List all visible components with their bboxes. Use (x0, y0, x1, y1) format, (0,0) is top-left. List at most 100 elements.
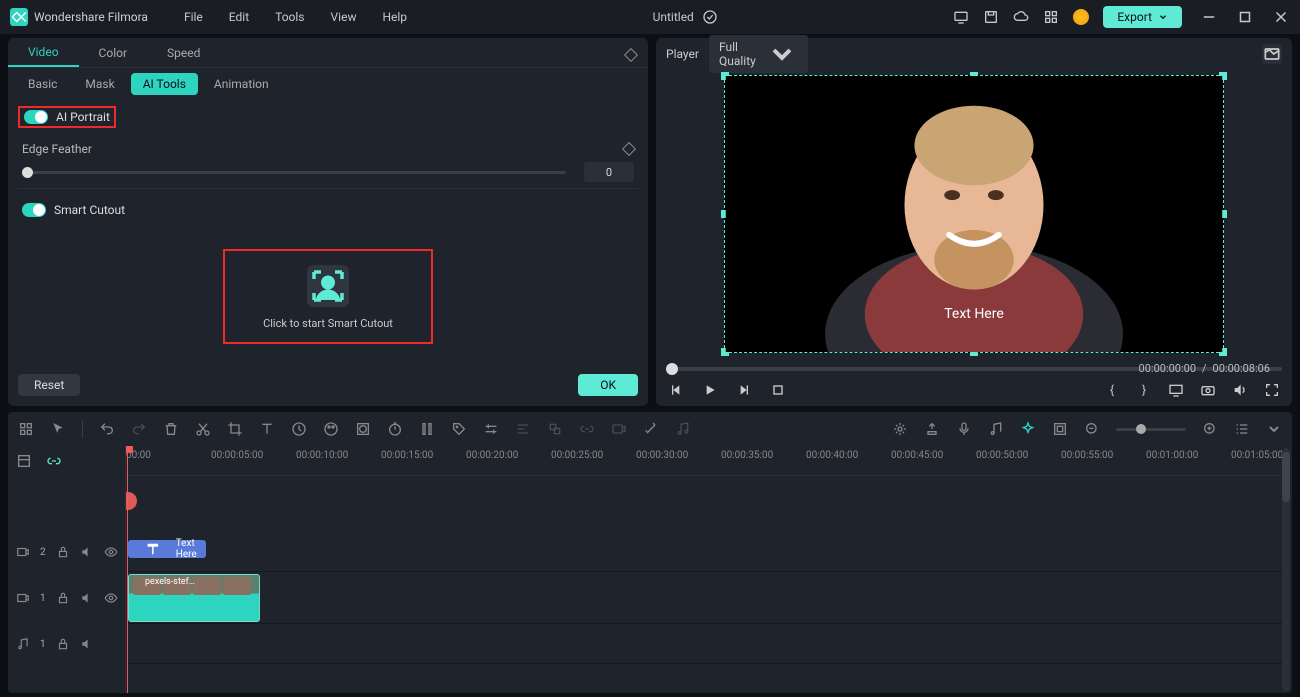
smart-cutout-button[interactable] (307, 265, 349, 307)
highlight-smart-cutout: Click to start Smart Cutout (223, 249, 433, 344)
align-icon[interactable] (515, 421, 531, 437)
grid-icon[interactable] (1043, 9, 1059, 25)
eye-icon[interactable] (104, 545, 118, 559)
frame-icon[interactable] (1052, 421, 1068, 437)
subtab-basic[interactable]: Basic (16, 73, 69, 95)
prev-frame-icon[interactable] (668, 382, 684, 398)
text-icon[interactable] (259, 421, 275, 437)
play-icon[interactable] (702, 382, 718, 398)
record-icon[interactable] (611, 421, 627, 437)
camera-icon[interactable] (1200, 382, 1216, 398)
playhead[interactable] (127, 446, 128, 693)
sparkle-icon[interactable] (892, 421, 908, 437)
trim-icon[interactable] (419, 421, 435, 437)
account-icon[interactable] (1073, 9, 1089, 25)
tab-speed[interactable]: Speed (147, 38, 220, 67)
stop-icon[interactable] (770, 382, 786, 398)
track-lane-video1[interactable]: pexels-stef… (126, 572, 1292, 624)
next-frame-icon[interactable] (736, 382, 752, 398)
minimize-icon[interactable] (1200, 8, 1218, 26)
menu-help[interactable]: Help (372, 10, 417, 24)
list-icon[interactable] (1234, 421, 1250, 437)
text-clip[interactable]: Text Here (128, 540, 206, 558)
adjust-icon[interactable] (483, 421, 499, 437)
mute-icon[interactable] (80, 637, 94, 651)
edge-feather-slider[interactable] (22, 171, 566, 174)
color-icon[interactable] (323, 421, 339, 437)
mute-icon[interactable] (80, 545, 94, 559)
fullscreen-icon[interactable] (1264, 382, 1280, 398)
tag-icon[interactable] (451, 421, 467, 437)
undo-icon[interactable] (99, 421, 115, 437)
ai-portrait-toggle[interactable] (24, 110, 48, 124)
lock-icon[interactable] (56, 637, 70, 651)
brace-open-icon[interactable]: { (1104, 382, 1120, 398)
chevron-down-icon[interactable] (1266, 421, 1282, 437)
timer-icon[interactable] (387, 421, 403, 437)
snapshot-icon[interactable] (1262, 44, 1282, 64)
smart-cutout-toggle[interactable] (22, 203, 46, 217)
maximize-icon[interactable] (1236, 8, 1254, 26)
reset-button[interactable]: Reset (18, 374, 80, 396)
speed-icon[interactable] (291, 421, 307, 437)
mute-icon[interactable] (80, 591, 94, 605)
edge-feather-value[interactable]: 0 (584, 162, 634, 182)
menu-edit[interactable]: Edit (219, 10, 259, 24)
tab-color[interactable]: Color (79, 38, 147, 67)
pointer-icon[interactable] (50, 421, 66, 437)
preview-canvas[interactable]: Text Here (724, 75, 1224, 353)
subtab-mask[interactable]: Mask (73, 73, 126, 95)
timeline-scrollbar[interactable] (1282, 448, 1290, 691)
audio-mix-icon[interactable] (988, 421, 1004, 437)
text-overlay[interactable]: Text Here (944, 306, 1004, 322)
link-icon[interactable] (579, 421, 595, 437)
tab-video[interactable]: Video (8, 38, 79, 67)
scrub-thumb[interactable] (666, 363, 678, 375)
zoom-in-icon[interactable] (1202, 421, 1218, 437)
inspector-tabs-sub: Basic Mask AI Tools Animation (8, 68, 648, 100)
menu-tools[interactable]: Tools (265, 10, 314, 24)
export-button[interactable]: Export (1103, 6, 1182, 28)
redo-icon[interactable] (131, 421, 147, 437)
link-track-icon[interactable] (46, 453, 62, 469)
volume-icon[interactable] (1232, 382, 1248, 398)
ok-button[interactable]: OK (578, 374, 638, 396)
lock-icon[interactable] (56, 591, 70, 605)
cut-icon[interactable] (195, 421, 211, 437)
track-head-video2: 2 (8, 532, 125, 572)
cloud-icon[interactable] (1013, 9, 1029, 25)
zoom-out-icon[interactable] (1084, 421, 1100, 437)
collapse-icon[interactable] (16, 453, 32, 469)
slider-thumb[interactable] (22, 167, 33, 178)
delete-icon[interactable] (163, 421, 179, 437)
mic-icon[interactable] (956, 421, 972, 437)
timeline-ruler[interactable]: 00:0000:00:05:0000:00:10:0000:00:15:0000… (126, 446, 1292, 476)
zoom-slider[interactable] (1116, 428, 1186, 431)
track-lane-video2[interactable]: Text Here (126, 532, 1292, 572)
crop-icon[interactable] (227, 421, 243, 437)
menu-file[interactable]: File (174, 10, 213, 24)
menu-view[interactable]: View (321, 10, 367, 24)
video-clip[interactable]: pexels-stef… (128, 574, 260, 622)
track-lane-audio1[interactable] (126, 624, 1292, 664)
magic-icon[interactable] (643, 421, 659, 437)
scrub-bar[interactable]: 00:00:00:00 / 00:00:08:06 (666, 362, 1282, 376)
device-icon[interactable] (953, 9, 969, 25)
music-icon[interactable] (675, 421, 691, 437)
quality-select[interactable]: Full Quality (709, 35, 808, 73)
marker-icon[interactable] (924, 421, 940, 437)
auto-icon[interactable] (1020, 421, 1036, 437)
display-icon[interactable] (1168, 382, 1184, 398)
layout-icon[interactable] (18, 421, 34, 437)
keyframe-icon[interactable] (622, 142, 636, 156)
brace-close-icon[interactable]: } (1136, 382, 1152, 398)
mask-icon2[interactable] (355, 421, 371, 437)
lock-icon[interactable] (56, 545, 70, 559)
subtab-animation[interactable]: Animation (202, 73, 281, 95)
smart-cutout-label: Smart Cutout (54, 203, 125, 217)
close-icon[interactable] (1272, 8, 1290, 26)
group-icon[interactable] (547, 421, 563, 437)
subtab-ai-tools[interactable]: AI Tools (131, 73, 198, 95)
save-icon[interactable] (983, 9, 999, 25)
eye-icon[interactable] (104, 591, 118, 605)
